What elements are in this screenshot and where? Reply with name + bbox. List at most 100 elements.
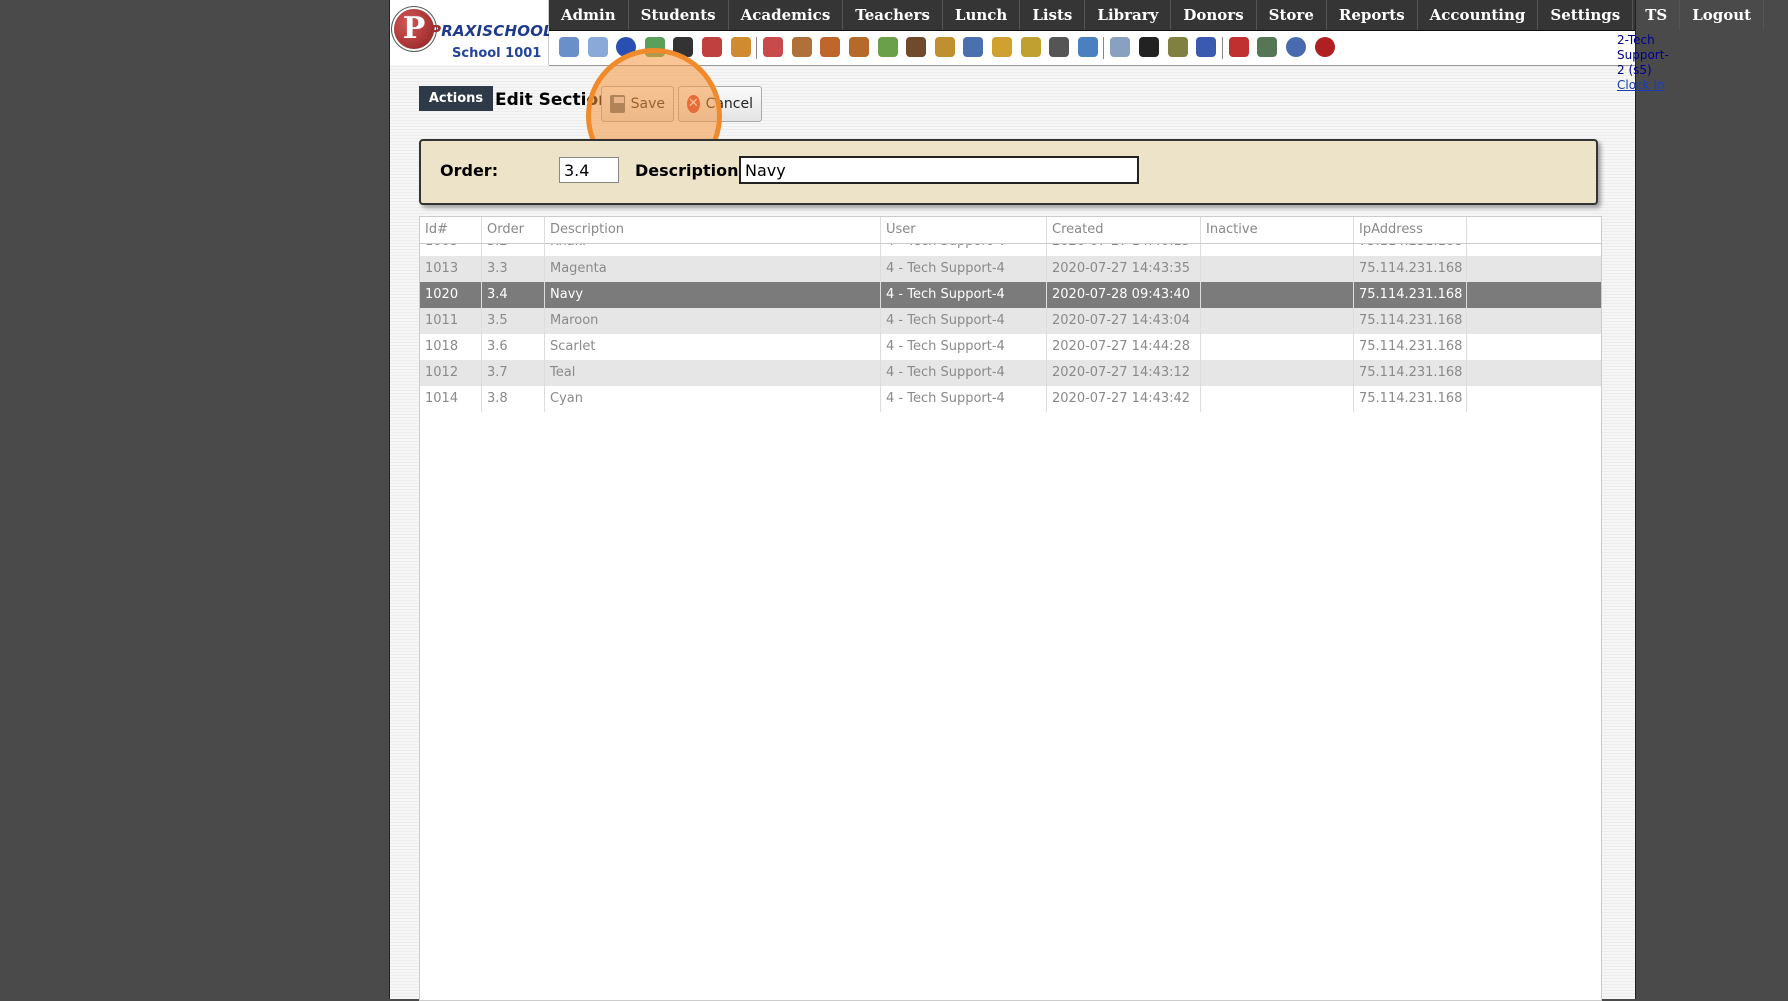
search-icon[interactable] [559,37,579,57]
nav-library[interactable]: Library [1085,0,1172,30]
ap-icon[interactable] [1196,37,1217,57]
table-row[interactable]: 1012 3.7 Teal 4 - Tech Support-4 2020-07-27 … [420,360,1601,386]
megaphone-icon[interactable] [791,37,812,57]
calendar-icon[interactable] [763,37,784,57]
edit-form-panel: Order: Description: [419,139,1598,205]
column-header[interactable]: Created [1047,217,1201,243]
table-cell: 3.2 [482,244,545,256]
table-cell: 2020-07-27 14:43:12 [1047,360,1201,386]
help-icon[interactable] [1286,37,1306,57]
save-button-label: Save [630,96,665,112]
save-button[interactable]: Save [601,86,674,122]
table-cell-filler [1467,334,1600,360]
table-cell: 4 - Tech Support-4 [881,360,1047,386]
nav-store[interactable]: Store [1257,0,1327,30]
clock-icon[interactable] [1077,37,1098,57]
table-cell-filler [1467,282,1600,308]
table-cell: 4 - Tech Support-4 [881,334,1047,360]
table-cell: 75.114.231.168 [1354,334,1467,360]
user-icon[interactable] [849,37,869,57]
table-row[interactable]: 1020 3.4 Navy 4 - Tech Support-4 2020-07-28 … [420,282,1601,308]
table-row[interactable]: 10033.2Khaki4 - Tech Support-42020-07-27… [420,244,1601,256]
broom-icon[interactable] [992,37,1012,57]
table-cell-filler [1467,360,1600,386]
nav-donors[interactable]: Donors [1171,0,1257,30]
nav-lists[interactable]: Lists [1020,0,1086,30]
table-cell-filler [1467,386,1600,412]
money-icon[interactable] [644,37,665,57]
cash-icon[interactable] [1257,37,1278,57]
column-header[interactable]: Description [545,217,881,243]
user-info: 2-Tech Support-2 (s5) Clock In [1617,33,1669,93]
table-cell [1201,282,1354,308]
table-cell [1201,256,1354,282]
speaker-icon[interactable] [702,37,722,57]
table-cell: 3.6 [482,334,545,360]
person-icon[interactable] [1049,37,1070,57]
nav-teachers[interactable]: Teachers [843,0,943,30]
order-label: Order: [440,161,499,180]
description-input[interactable] [739,156,1139,184]
sections-table: Id# Order Description User Created Inactive Ip… [419,216,1602,1001]
table-body[interactable]: 10033.2Khaki4 - Tech Support-42020-07-27… [420,244,1601,412]
nav-admin[interactable]: Admin [549,0,629,30]
clock-in-link[interactable]: Clock In [1617,78,1669,93]
table-cell [1201,386,1354,412]
table-row[interactable]: 1014 3.8 Cyan 4 - Tech Support-4 2020-07-27 … [420,386,1601,412]
table-cell: 1012 [420,360,482,386]
nav-reports[interactable]: Reports [1327,0,1418,30]
table-cell: 75.114.231.168 [1354,256,1467,282]
table-cell: 2020-07-28 09:43:40 [1047,282,1201,308]
table-row[interactable]: 1011 3.5 Maroon 4 - Tech Support-4 2020-07-2… [420,308,1601,334]
table-cell: 75.114.231.168 [1354,282,1467,308]
book-icon[interactable] [963,37,984,57]
toolbar-separator [756,37,758,59]
table-icon[interactable] [730,37,751,57]
nav-students[interactable]: Students [629,0,729,30]
nav-lunch[interactable]: Lunch [943,0,1021,30]
table-cell [1201,244,1354,256]
order-input[interactable] [559,157,619,183]
document-icon[interactable] [1110,37,1131,57]
logo-name: PRAXISCHOOL [430,22,553,40]
email-icon[interactable] [616,37,637,57]
table-cell: Maroon [545,308,881,334]
praxischool-logo[interactable]: P PRAXISCHOOL School 1001 [390,0,553,65]
group-icon[interactable] [906,37,927,57]
table-cell [1201,334,1354,360]
phone-icon[interactable] [673,37,694,57]
table-cell: 75.114.231.168 [1354,386,1467,412]
table-cell: 75.114.231.168 [1354,244,1467,256]
column-header[interactable]: Inactive [1201,217,1354,243]
table-cell: 1011 [420,308,482,334]
grid-icon[interactable] [587,37,608,57]
nav-academics[interactable]: Academics [729,0,844,30]
cancel-button[interactable]: ✕ Cancel [678,86,762,122]
nav-accounting[interactable]: Accounting [1418,0,1539,30]
column-header[interactable]: User [881,217,1047,243]
nav-settings[interactable]: Settings [1538,0,1634,30]
table-cell: Cyan [545,386,881,412]
column-header[interactable]: Id# [420,217,482,243]
table-row[interactable]: 1018 3.6 Scarlet 4 - Tech Support-4 2020-07-… [420,334,1601,360]
folder-arrow-icon[interactable] [1020,37,1041,57]
table-cell-filler [1467,256,1600,282]
actions-tab[interactable]: Actions [419,86,493,111]
table-cell: 1003 [420,244,482,256]
table-row[interactable]: 1013 3.3 Magenta 4 - Tech Support-4 2020-07-… [420,256,1601,282]
card-icon[interactable] [1139,37,1159,57]
power-icon[interactable] [1314,37,1335,57]
app-window: P PRAXISCHOOL School 1001 Admin Students A… [389,0,1765,1001]
table-cell: 75.114.231.168 [1354,360,1467,386]
printer-icon[interactable] [1167,37,1188,57]
pdf-icon[interactable] [1228,37,1249,57]
lunch-icon[interactable] [934,37,955,57]
tag-icon[interactable] [877,37,898,57]
nav-logout[interactable]: Logout [1680,0,1765,30]
column-header[interactable]: IpAddress [1354,217,1467,243]
column-header[interactable]: Order [482,217,545,243]
top-navigation: Admin Students Academics Teachers Lunch Lists… [549,0,1765,31]
floppy-disk-icon [610,95,625,113]
user-add-icon[interactable] [820,37,841,57]
nav-ts[interactable]: TS [1633,0,1681,30]
